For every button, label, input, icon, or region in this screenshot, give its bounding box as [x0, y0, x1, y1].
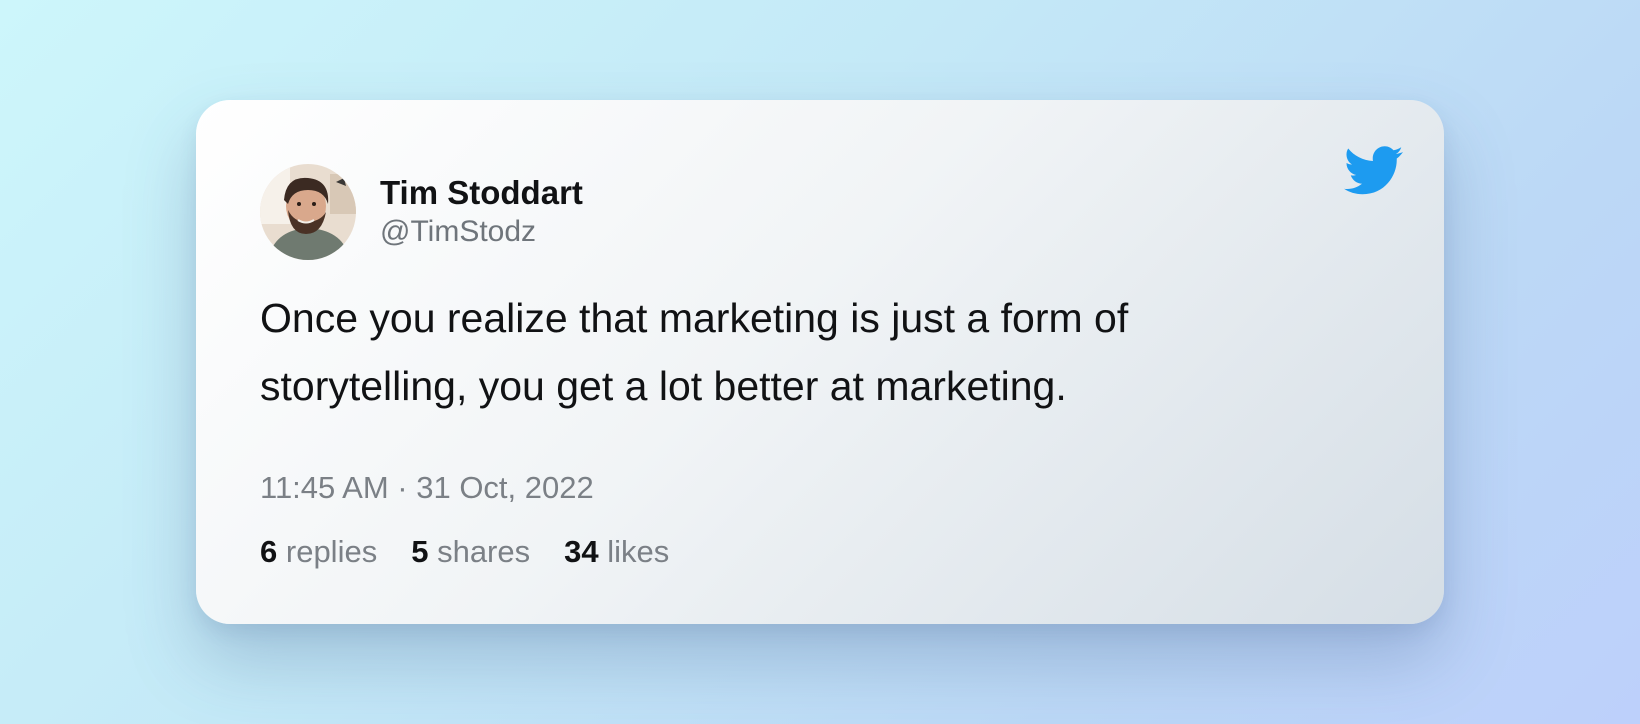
replies-stat[interactable]: 6 replies — [260, 532, 377, 572]
author-name[interactable]: Tim Stoddart — [380, 173, 583, 213]
replies-label: replies — [285, 534, 378, 569]
author-handle[interactable]: @TimStodz — [380, 213, 583, 251]
shares-stat[interactable]: 5 shares — [411, 532, 530, 572]
likes-label: likes — [607, 534, 670, 569]
tweet-card: Tim Stoddart @TimStodz Once you realize … — [196, 100, 1444, 624]
tweet-text: Once you realize that marketing is just … — [260, 295, 1129, 409]
twitter-bird-icon[interactable] — [1344, 146, 1404, 196]
tweet-timestamp[interactable]: 11:45 AM · 31 Oct, 2022 — [260, 468, 594, 508]
likes-count: 34 — [564, 534, 599, 569]
author-info: Tim Stoddart @TimStodz — [380, 173, 583, 251]
tweet-header: Tim Stoddart @TimStodz — [260, 164, 583, 260]
avatar[interactable] — [260, 164, 356, 260]
tweet-stats: 6 replies 5 shares 34 likes — [260, 532, 703, 572]
shares-count: 5 — [411, 534, 429, 569]
user-photo-avatar — [260, 164, 356, 260]
likes-stat[interactable]: 34 likes — [564, 532, 669, 572]
replies-count: 6 — [260, 534, 278, 569]
shares-label: shares — [437, 534, 531, 569]
